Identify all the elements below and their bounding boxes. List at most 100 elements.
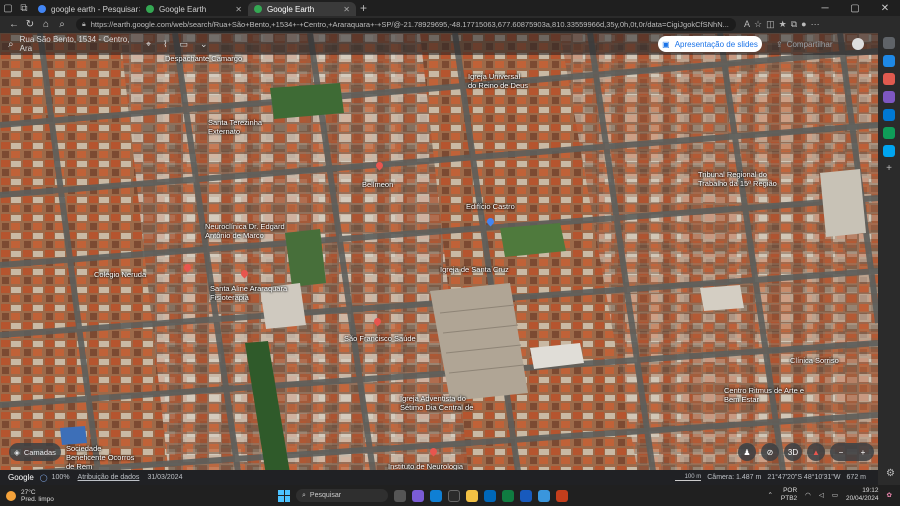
place-label[interactable]: Despachante Camargo xyxy=(165,54,242,63)
close-tab-icon[interactable]: ✕ xyxy=(235,5,242,14)
place-label[interactable]: Clínica Sorriso xyxy=(790,356,839,365)
outlook-icon[interactable] xyxy=(883,127,895,139)
search-icon: ⌕ xyxy=(302,491,306,499)
excel-icon[interactable] xyxy=(502,489,514,502)
back-icon[interactable]: ← xyxy=(6,19,22,30)
system-tray: ⌃ POR PTB2 ◠ ◁ ▭ 19:12 20/04/2024 ✿ xyxy=(767,487,892,503)
attribution-link[interactable]: Atribuição de dados xyxy=(78,474,140,481)
photos-icon[interactable] xyxy=(538,489,550,502)
favorites-icon[interactable]: ★ xyxy=(779,19,787,30)
layers-label: Camadas xyxy=(23,447,56,457)
place-label[interactable]: Igreja Adventista do Sétimo Dia Central … xyxy=(400,394,482,412)
compass-icon[interactable]: ▲ xyxy=(807,443,825,461)
place-label[interactable]: Colégio Neruda xyxy=(94,270,146,279)
volume-icon[interactable]: ◁ xyxy=(819,491,824,499)
collections-icon[interactable]: ⧉ xyxy=(791,19,797,30)
language-indicator[interactable]: POR PTB2 xyxy=(781,487,797,503)
taskbar-search-label: Pesquisar xyxy=(309,492,342,499)
tab-actions-icon[interactable]: ⧉ xyxy=(16,0,32,16)
read-aloud-icon[interactable]: A xyxy=(744,19,750,30)
tab-google-earth-2[interactable]: Google Earth ✕ xyxy=(248,2,356,16)
ruler-icon[interactable]: ▭ xyxy=(179,39,188,50)
chevron-down-icon[interactable]: ⌄ xyxy=(200,39,208,50)
place-label[interactable]: São Francisco Saúde xyxy=(344,334,416,343)
place-label[interactable]: Igreja de Santa Cruz xyxy=(440,265,509,274)
sun-icon xyxy=(6,490,16,501)
place-label[interactable]: Tribunal Regional do Trabalho da 15ª Reg… xyxy=(698,170,786,188)
start-icon[interactable] xyxy=(278,489,290,502)
share-button[interactable]: ⇪ Compartilhar xyxy=(776,36,846,52)
teams-icon[interactable] xyxy=(412,489,424,502)
search-tab-icon[interactable]: ⌕ xyxy=(54,19,70,30)
path-icon[interactable]: ⌇ xyxy=(163,39,167,50)
settings-icon[interactable]: ⚙ xyxy=(886,468,895,479)
slideshow-button[interactable]: ▣ Apresentação de slides xyxy=(658,36,762,52)
place-label[interactable]: Sociedade Beneficente Ocorros de Rem xyxy=(66,444,142,471)
refresh-icon[interactable]: ↻ xyxy=(22,19,38,30)
place-label[interactable]: Edifício Castro xyxy=(466,202,515,211)
close-tab-icon[interactable]: ✕ xyxy=(343,5,350,14)
slideshow-icon: ▣ xyxy=(662,39,670,49)
window-menu-icon[interactable]: ▢ xyxy=(0,0,16,16)
layers-button[interactable]: ◈ Camadas xyxy=(9,443,61,461)
url-field[interactable]: 🔒︎ https://earth.google.com/web/search/R… xyxy=(76,18,736,31)
split-screen-icon[interactable]: ◫ xyxy=(766,19,775,30)
games-icon[interactable] xyxy=(883,91,895,103)
slideshow-label: Apresentação de slides xyxy=(674,39,758,49)
camera-altitude: Câmera: 1.487 m xyxy=(707,474,762,481)
layers-icon: ◈ xyxy=(14,447,20,457)
taskbar-search[interactable]: ⌕ Pesquisar xyxy=(296,489,388,502)
toggle-3d-button[interactable]: 3D xyxy=(784,443,802,461)
search-icon[interactable] xyxy=(883,37,895,49)
imagery-date: 31/03/2024 xyxy=(147,474,183,481)
clock-time: 19:12 xyxy=(862,487,879,494)
pegman-icon[interactable]: ♟ xyxy=(738,443,756,461)
battery-icon[interactable]: ▭ xyxy=(832,491,838,499)
clock[interactable]: 19:12 20/04/2024 xyxy=(846,487,879,503)
store-icon[interactable] xyxy=(484,489,496,502)
account-avatar[interactable] xyxy=(852,38,864,50)
edge-icon[interactable] xyxy=(430,489,442,502)
zoom-out-icon[interactable]: − xyxy=(839,448,844,457)
file-explorer-icon[interactable] xyxy=(466,489,478,502)
copilot-taskbar-icon[interactable]: ✿ xyxy=(887,491,892,499)
place-marker-icon[interactable]: ⌖ xyxy=(146,39,151,50)
place-label[interactable]: Igreja Universal do Reino de Deus xyxy=(468,72,530,90)
powerpoint-icon[interactable] xyxy=(556,489,568,502)
address-bar-row: ← ↻ ⌂ ⌕ 🔒︎ https://earth.google.com/web/… xyxy=(0,16,900,33)
maximize-icon[interactable]: ▢ xyxy=(840,3,870,14)
word-icon[interactable] xyxy=(520,489,532,502)
dell-icon[interactable] xyxy=(448,489,460,502)
weather-widget[interactable]: 27°C Pred. limpo xyxy=(6,489,54,503)
wifi-icon[interactable]: ◠ xyxy=(805,491,811,499)
minimize-icon[interactable]: ─ xyxy=(810,3,840,14)
close-window-icon[interactable]: ✕ xyxy=(870,3,900,14)
drop-icon[interactable] xyxy=(883,145,895,157)
home-icon[interactable]: ⌂ xyxy=(38,19,54,30)
satellite-map[interactable] xyxy=(0,33,878,485)
add-icon[interactable]: + xyxy=(883,163,895,175)
place-label[interactable]: Bellmeon xyxy=(362,180,393,189)
zoom-in-icon[interactable]: + xyxy=(861,448,866,457)
place-label[interactable]: Santa Terezinha Externato xyxy=(208,118,268,136)
place-label[interactable]: Centro Ritmus de Arte e Bem Estar xyxy=(724,386,814,404)
window-controls: ─ ▢ ✕ xyxy=(810,3,900,14)
tab-google-search[interactable]: google earth - Pesquisar ✕ xyxy=(32,2,140,16)
task-view-icon[interactable] xyxy=(394,489,406,502)
map-controls: ♟ ⊘ 3D ▲ − + xyxy=(738,443,874,461)
temperature: 27°C xyxy=(21,488,36,496)
chevron-up-icon[interactable]: ⌃ xyxy=(767,491,772,499)
favorite-icon[interactable]: ☆ xyxy=(754,19,762,30)
shopping-icon[interactable] xyxy=(883,55,895,67)
hide-icon[interactable]: ⊘ xyxy=(761,443,779,461)
tools-icon[interactable] xyxy=(883,73,895,85)
more-icon[interactable]: ⋯ xyxy=(811,19,820,30)
taskbar-apps: ⌕ Pesquisar xyxy=(278,489,568,502)
new-tab-icon[interactable]: + xyxy=(360,1,367,15)
earth-search[interactable]: ⌕ Rua São Bento, 1534 - Centro, Ara xyxy=(8,35,138,53)
tab-google-earth-1[interactable]: Google Earth ✕ xyxy=(140,2,248,16)
place-label[interactable]: Santa Aline Araraquara Fisioterapia xyxy=(210,284,302,302)
place-label[interactable]: Neuroclínica Dr. Edgard Antônio de Marco xyxy=(205,222,295,240)
profile-icon[interactable]: ● xyxy=(801,19,806,30)
copilot-icon[interactable] xyxy=(883,109,895,121)
